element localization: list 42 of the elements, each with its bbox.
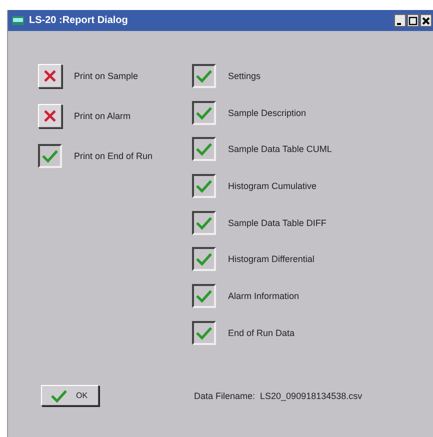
check-icon (195, 289, 213, 304)
check-icon (195, 252, 213, 266)
option-label: Histogram Differential (228, 254, 314, 264)
option-label: Histogram Cumulative (228, 181, 317, 192)
close-button[interactable] (420, 14, 432, 27)
option-label: Alarm Information (228, 291, 300, 302)
toggle-button[interactable] (192, 174, 216, 198)
check-icon (41, 149, 59, 163)
cross-icon (43, 70, 57, 82)
check-icon (195, 69, 213, 83)
toggle-button[interactable] (192, 247, 216, 272)
toggle-button[interactable] (192, 210, 216, 235)
minimize-button[interactable] (394, 14, 406, 27)
maximize-button[interactable] (407, 14, 419, 27)
option-label: Print on End of Run (74, 151, 153, 161)
toggle-button[interactable] (192, 320, 216, 345)
toggle-button[interactable] (192, 284, 216, 308)
check-icon (195, 106, 213, 120)
window-title: LS-20 :Report Dialog (29, 15, 129, 26)
data-filename: Data Filename: LS20_090918134538.csv (194, 390, 362, 400)
check-icon (50, 388, 68, 402)
option-label: Print on Alarm (74, 111, 131, 121)
option-label: Sample Data Table DIFF (228, 218, 326, 228)
option-label: Sample Description (228, 108, 306, 118)
toggle-button[interactable] (38, 144, 62, 168)
check-icon (195, 326, 213, 340)
ok-button[interactable]: OK (41, 385, 99, 406)
toggle-button[interactable] (192, 64, 216, 88)
option-label: Settings (228, 71, 261, 81)
option-label: End of Run Data (228, 328, 295, 338)
toggle-button[interactable] (192, 100, 216, 125)
check-icon (195, 142, 213, 156)
minimize-icon (397, 22, 401, 24)
check-icon (195, 216, 213, 230)
close-icon (422, 16, 430, 24)
toggle-button[interactable] (192, 137, 216, 162)
check-icon (195, 179, 213, 194)
app-icon (12, 16, 24, 25)
cross-icon (43, 110, 57, 122)
maximize-icon (408, 16, 418, 25)
option-label: Sample Data Table CUML (228, 144, 332, 154)
option-label: Print on Sample (74, 71, 138, 81)
